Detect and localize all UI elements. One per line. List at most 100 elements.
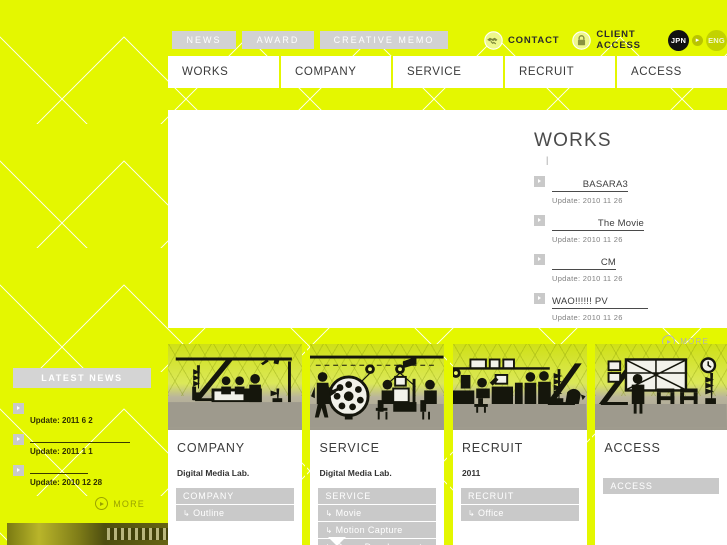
promo-banner[interactable] (7, 523, 185, 545)
site-header: NEWS AWARD CREATIVE MEMO CONTACT CLIENT … (0, 0, 727, 55)
arrow-right-icon: ▸ (692, 34, 703, 46)
card-caret (328, 537, 347, 545)
works-title: WORKS (534, 130, 612, 151)
card-divider (447, 344, 450, 545)
reception-illustration (595, 344, 727, 430)
nav-item-service[interactable]: SERVICE (393, 56, 505, 88)
works-item-date: Update: 2010 11 26 (552, 313, 623, 322)
client-access-label: CLIENT ACCESS (596, 29, 641, 51)
lock-icon (572, 30, 592, 50)
works-list-item: BASARA3 Update: 2010 11 26 (534, 174, 709, 205)
nav-item-company[interactable]: COMPANY (281, 56, 393, 88)
arrow-square-icon[interactable] (13, 403, 24, 414)
card-title: ACCESS (604, 441, 661, 455)
card-caret (470, 537, 489, 545)
card-recruit[interactable]: RECRUIT 2011 RECRUIT ↳ Office (452, 344, 587, 545)
card-link-recruit[interactable]: RECRUIT (460, 488, 579, 504)
sub-arrow-icon: ↳ (467, 509, 476, 518)
news-item-date: Update: 2010 12 28 (30, 478, 103, 487)
card-link-outline[interactable]: ↳ Outline (176, 505, 294, 521)
sub-arrow-icon: ↳ (325, 509, 333, 518)
card-link-movie[interactable]: ↳ Movie (318, 505, 437, 521)
util-tab-creative-memo[interactable]: CREATIVE MEMO (320, 31, 448, 49)
card-link-label: Office (478, 508, 504, 518)
arrow-square-icon[interactable] (534, 254, 545, 265)
client-access-link[interactable]: CLIENT ACCESS (572, 29, 657, 51)
card-title: COMPANY (177, 441, 245, 455)
util-tab-award[interactable]: AWARD (242, 31, 314, 49)
handshake-icon (484, 30, 503, 50)
card-link-label: Outline (193, 508, 225, 518)
card-link-company[interactable]: COMPANY (176, 488, 294, 504)
news-list-item: Update: 2010 12 28 (13, 463, 151, 487)
works-panel: WORKS | BASARA3 Update: 2010 11 26 The M… (168, 110, 727, 348)
sub-arrow-icon: ↳ (183, 509, 191, 518)
card-company[interactable]: COMPANY Digital Media Lab. COMPANY ↳ Outl… (168, 344, 302, 545)
card-link-label: Movie (335, 508, 362, 518)
works-item-date: Update: 2010 11 26 (552, 235, 623, 244)
latest-news-more-button[interactable]: MORE (13, 497, 151, 510)
nav-item-works[interactable]: WORKS (168, 56, 281, 88)
card-description: 2011 (461, 468, 481, 478)
circle-arrow-icon (95, 497, 109, 510)
main-navigation: WORKS COMPANY SERVICE RECRUIT ACCESS (168, 56, 727, 88)
nav-item-recruit[interactable]: RECRUIT (505, 56, 617, 88)
card-link-motion-capture[interactable]: ↳ Motion Capture (318, 522, 437, 538)
lang-eng-button[interactable]: ENG (706, 29, 727, 51)
news-item-date: Update: 2011 6 2 (30, 416, 93, 425)
card-links: ACCESS (603, 478, 720, 494)
nav-item-access[interactable]: ACCESS (617, 56, 727, 88)
arrow-square-icon[interactable] (13, 434, 24, 445)
works-item-date: Update: 2010 11 26 (552, 196, 623, 205)
card-title: RECRUIT (461, 441, 524, 455)
works-list-item: The Movie Update: 2010 11 26 (534, 213, 709, 244)
arrow-square-icon[interactable] (534, 293, 545, 304)
works-item-link[interactable]: The Movie (552, 218, 644, 231)
latest-news-panel: LATEST NEWS Update: 2011 6 2 Update: 201… (13, 368, 151, 510)
contact-label: CONTACT (508, 34, 560, 46)
arrow-square-icon[interactable] (534, 176, 545, 187)
arrow-square-icon[interactable] (13, 465, 24, 476)
motion-capture-studio-illustration (310, 344, 445, 430)
lang-jpn-button[interactable]: JPN (668, 29, 689, 51)
works-item-date: Update: 2010 11 26 (552, 274, 623, 283)
card-description: Digital Media Lab. (177, 468, 250, 478)
card-link-service[interactable]: SERVICE (318, 488, 437, 504)
util-tab-news[interactable]: NEWS (172, 31, 236, 49)
works-list-item: CM Update: 2010 11 26 (534, 252, 709, 283)
card-description: Digital Media Lab. (319, 468, 392, 478)
card-links: RECRUIT ↳ Office (460, 488, 579, 521)
promo-banner-image (7, 523, 185, 545)
card-title: SERVICE (319, 441, 380, 455)
card-links: COMPANY ↳ Outline (176, 488, 294, 521)
card-link-access[interactable]: ACCESS (603, 478, 720, 494)
works-item-link[interactable]: WAO!!!!!! PV (552, 296, 648, 309)
news-item-date: Update: 2011 1 1 (30, 447, 93, 456)
sub-arrow-icon: ↳ (325, 526, 333, 535)
card-divider (589, 344, 593, 545)
contact-link[interactable]: CONTACT (484, 30, 560, 50)
latest-news-header: LATEST NEWS (13, 368, 151, 388)
card-divider (304, 344, 308, 545)
office-desk-illustration (452, 344, 587, 430)
card-link-label: Motion Capture (335, 525, 403, 535)
office-lobby-illustration (168, 344, 302, 430)
card-description (595, 455, 727, 468)
works-item-link[interactable]: BASARA3 (552, 179, 628, 192)
works-item-link[interactable]: CM (552, 257, 616, 270)
utility-links: CONTACT CLIENT ACCESS JPN ▸ ENG (484, 29, 727, 51)
works-subtitle: | (546, 155, 549, 165)
news-list-item: Update: 2011 1 1 (13, 432, 151, 456)
card-link-office[interactable]: ↳ Office (460, 505, 579, 521)
card-caret (186, 537, 204, 545)
card-service[interactable]: SERVICE Digital Media Lab. SERVICE ↳ Movi… (310, 344, 445, 545)
utility-tabs: NEWS AWARD CREATIVE MEMO (172, 31, 448, 49)
news-list-item: Update: 2011 6 2 (13, 401, 151, 425)
arrow-square-icon[interactable] (534, 215, 545, 226)
news-item-link[interactable] (30, 432, 130, 443)
card-caret (613, 537, 632, 545)
news-item-link[interactable] (30, 463, 88, 474)
card-access[interactable]: ACCESS ACCESS (595, 344, 727, 545)
latest-news-more-label: MORE (113, 498, 145, 509)
language-toggle: JPN ▸ ENG (668, 29, 727, 51)
